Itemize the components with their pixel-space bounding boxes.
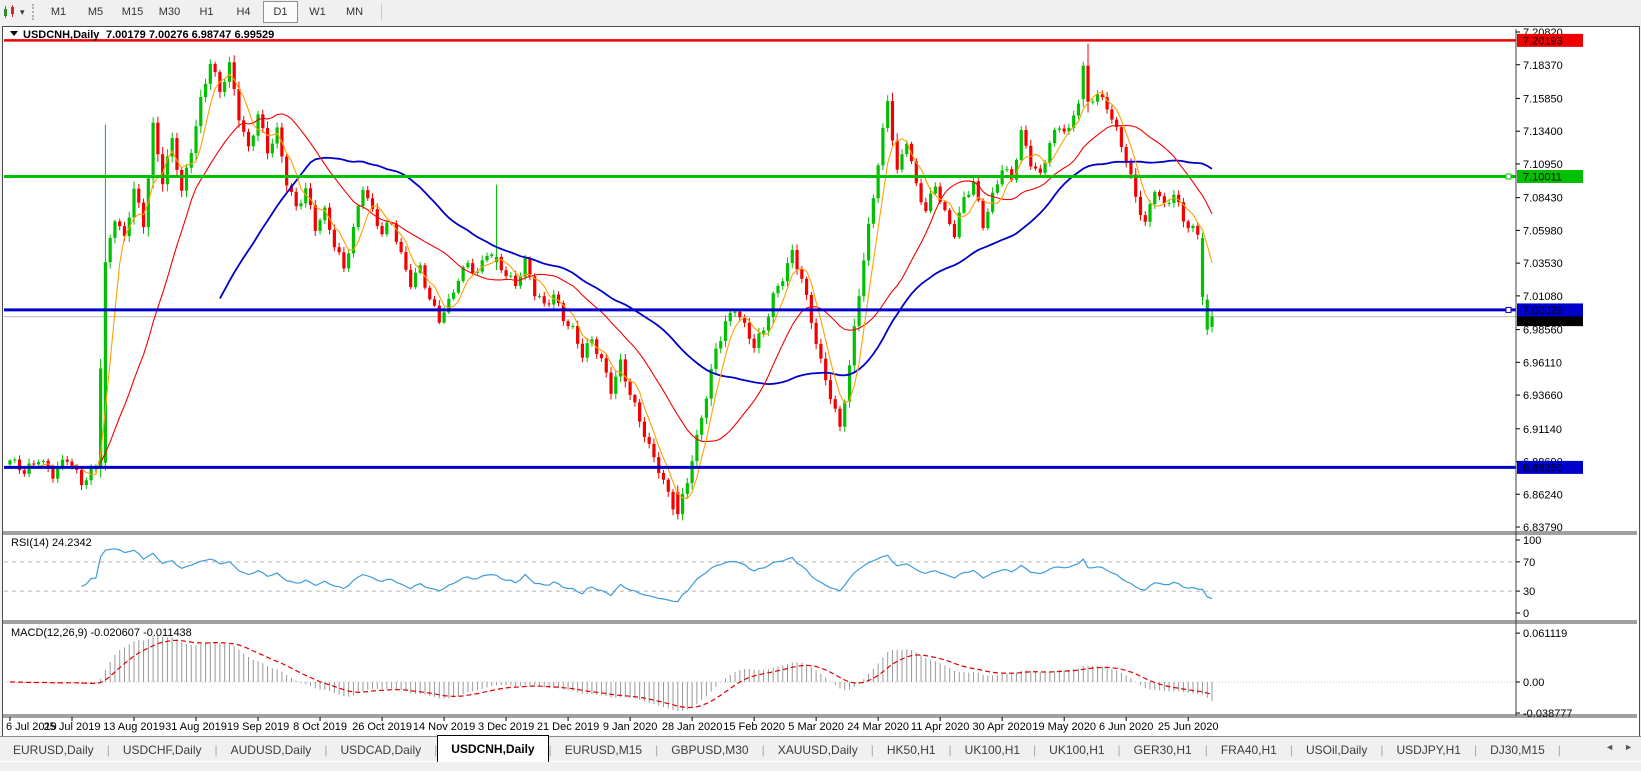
chart-tab-usdcnh-daily[interactable]: USDCNH,Daily: [437, 735, 549, 762]
level-badge-7.20193: 7.20193: [1523, 35, 1563, 47]
date-label: 28 Jan 2020: [662, 721, 723, 733]
toolbar: ▾ M1 M5 M15 M30 H1 H4 D1 W1 MN: [0, 0, 1641, 24]
timeframe-button-m1[interactable]: M1: [41, 1, 76, 23]
timeframe-button-h4[interactable]: H4: [226, 1, 261, 23]
candles-group: [8, 43, 1214, 521]
chart-tab-hk50-h1[interactable]: HK50,H1: [874, 737, 949, 762]
date-label: 11 Apr 2020: [911, 721, 970, 733]
price-tick-label: 7.08430: [1523, 193, 1563, 205]
macd-scale-label: 0.00: [1523, 677, 1544, 689]
level-handle-7.10011[interactable]: [1505, 173, 1512, 180]
date-label: 5 Mar 2020: [788, 721, 844, 733]
macd-label: MACD(12,26,9) -0.020607 -0.011438: [11, 627, 192, 639]
chart-tab-eurusd-daily[interactable]: EURUSD,Daily: [0, 737, 107, 762]
date-label: 15 Feb 2020: [723, 721, 785, 733]
macd-scale-label: 0.061119: [1523, 628, 1567, 640]
date-label: 21 Dec 2019: [537, 721, 599, 733]
price-tick-label: 7.15850: [1523, 93, 1563, 105]
ma-fast-line: [29, 73, 1213, 500]
price-tick-label: 6.96110: [1523, 357, 1562, 369]
level-badge-7.10011: 7.10011: [1523, 171, 1562, 183]
date-label: 30 Apr 2020: [972, 721, 1031, 733]
chart-tab-gbpusd-m30[interactable]: GBPUSD,M30: [658, 737, 761, 762]
date-label: 8 Oct 2019: [293, 721, 347, 733]
chart-tab-xauusd-daily[interactable]: XAUUSD,Daily: [765, 737, 871, 762]
chart-title: USDCNH,Daily: [23, 29, 100, 41]
price-tick-label: 7.03530: [1523, 258, 1563, 270]
price-tick-label: 6.86240: [1523, 489, 1563, 501]
date-label: 24 Mar 2020: [847, 721, 909, 733]
chart-tab-fra40-h1[interactable]: FRA40,H1: [1208, 737, 1290, 762]
date-label: 14 Nov 2019: [413, 721, 475, 733]
chart-tab-dj30-m15[interactable]: DJ30,M15: [1477, 737, 1558, 762]
rsi-scale-label: 30: [1523, 586, 1535, 598]
date-label: 19 May 2020: [1032, 721, 1096, 733]
date-label: 25 Jul 2019: [44, 721, 101, 733]
timeframe-button-m30[interactable]: M30: [152, 1, 187, 23]
macd-histogram: [14, 635, 1213, 712]
price-tick-label: 7.13400: [1523, 126, 1563, 138]
chart-window: 7.20820 7.18370 7.15850 7.13400 7.10950 7.084…: [2, 26, 1640, 737]
price-tick-label: 6.93660: [1523, 390, 1563, 402]
chart-tab-usdcad-daily[interactable]: USDCAD,Daily: [327, 737, 434, 762]
chevron-down-icon: ▾: [20, 6, 25, 17]
chart-tab-ger30-h1[interactable]: GER30,H1: [1121, 737, 1205, 762]
date-label: 9 Jan 2020: [603, 721, 657, 733]
tab-scroll-right-icon[interactable]: ►: [1624, 742, 1633, 752]
rsi-line: [81, 548, 1213, 603]
timeframe-button-d1[interactable]: D1: [263, 1, 298, 23]
rsi-scale-label: 70: [1523, 557, 1535, 569]
date-label: 31 Aug 2019: [165, 721, 227, 733]
timeframe-buttons: M1 M5 M15 M30 H1 H4 D1 W1 MN: [40, 1, 373, 23]
tab-scroll-left-icon[interactable]: ◄: [1605, 742, 1614, 752]
rsi-scale-label: 100: [1523, 535, 1541, 547]
chart-title-dropdown-icon[interactable]: [10, 31, 18, 36]
chart-tab-usoil-daily[interactable]: USOil,Daily: [1293, 737, 1380, 762]
date-label: 26 Oct 2019: [352, 721, 412, 733]
chart-tab-uk100-h1[interactable]: UK100,H1: [1036, 737, 1117, 762]
chart-tab-eurusd-m15[interactable]: EURUSD,M15: [552, 737, 655, 762]
chart-tab-usdchf-daily[interactable]: USDCHF,Daily: [110, 737, 215, 762]
toolbar-separator: [381, 4, 382, 20]
chart-tabs-bar: EURUSD,Daily | USDCHF,Daily | AUDUSD,Daily | U…: [0, 735, 1641, 762]
chart-quote: 7.00179 7.00276 6.98747 6.99529: [106, 29, 274, 41]
date-label: 25 Jun 2020: [1158, 721, 1219, 733]
level-badge-7.00029: 7.00029: [1523, 305, 1563, 317]
price-tick-label: 6.91140: [1523, 424, 1562, 436]
timeframe-button-mn[interactable]: MN: [337, 1, 372, 23]
price-tick-label: 7.01080: [1523, 291, 1563, 303]
timeframe-button-m15[interactable]: M15: [115, 1, 150, 23]
chart-tab-audusd-daily[interactable]: AUDUSD,Daily: [218, 737, 325, 762]
tab-separator: |: [1557, 742, 1561, 757]
level-badge-6.88250: 6.88250: [1523, 462, 1563, 474]
timeframe-button-w1[interactable]: W1: [300, 1, 335, 23]
price-tick-label: 7.05980: [1523, 225, 1563, 237]
chart-tab-usdjpy-h1[interactable]: USDJPY,H1: [1383, 737, 1473, 762]
rsi-label: RSI(14) 24.2342: [11, 537, 92, 549]
rsi-scale-label: 0: [1523, 608, 1529, 620]
price-tick-label: 7.10950: [1523, 159, 1563, 171]
tab-scroll-arrows: ◄ ►: [1605, 742, 1633, 752]
price-tick-label: 7.18370: [1523, 60, 1563, 72]
date-label: 3 Dec 2019: [478, 721, 534, 733]
date-label: 13 Aug 2019: [103, 721, 165, 733]
timeframe-button-m5[interactable]: M5: [78, 1, 113, 23]
chart-canvas[interactable]: 7.208207.183707.158507.134007.109507.084…: [3, 27, 1637, 734]
macd-scale-label: -0.038777: [1523, 708, 1573, 720]
chart-type-icon[interactable]: ▾: [2, 3, 28, 21]
candlestick-chart-icon: [4, 5, 14, 18]
chart-tab-uk100-h1[interactable]: UK100,H1: [952, 737, 1033, 762]
toolbar-grip[interactable]: [32, 4, 34, 20]
timeframe-button-h1[interactable]: H1: [189, 1, 224, 23]
date-label: 6 Jun 2020: [1099, 721, 1153, 733]
level-handle-7.00029[interactable]: [1505, 306, 1512, 313]
date-label: 19 Sep 2019: [227, 721, 289, 733]
